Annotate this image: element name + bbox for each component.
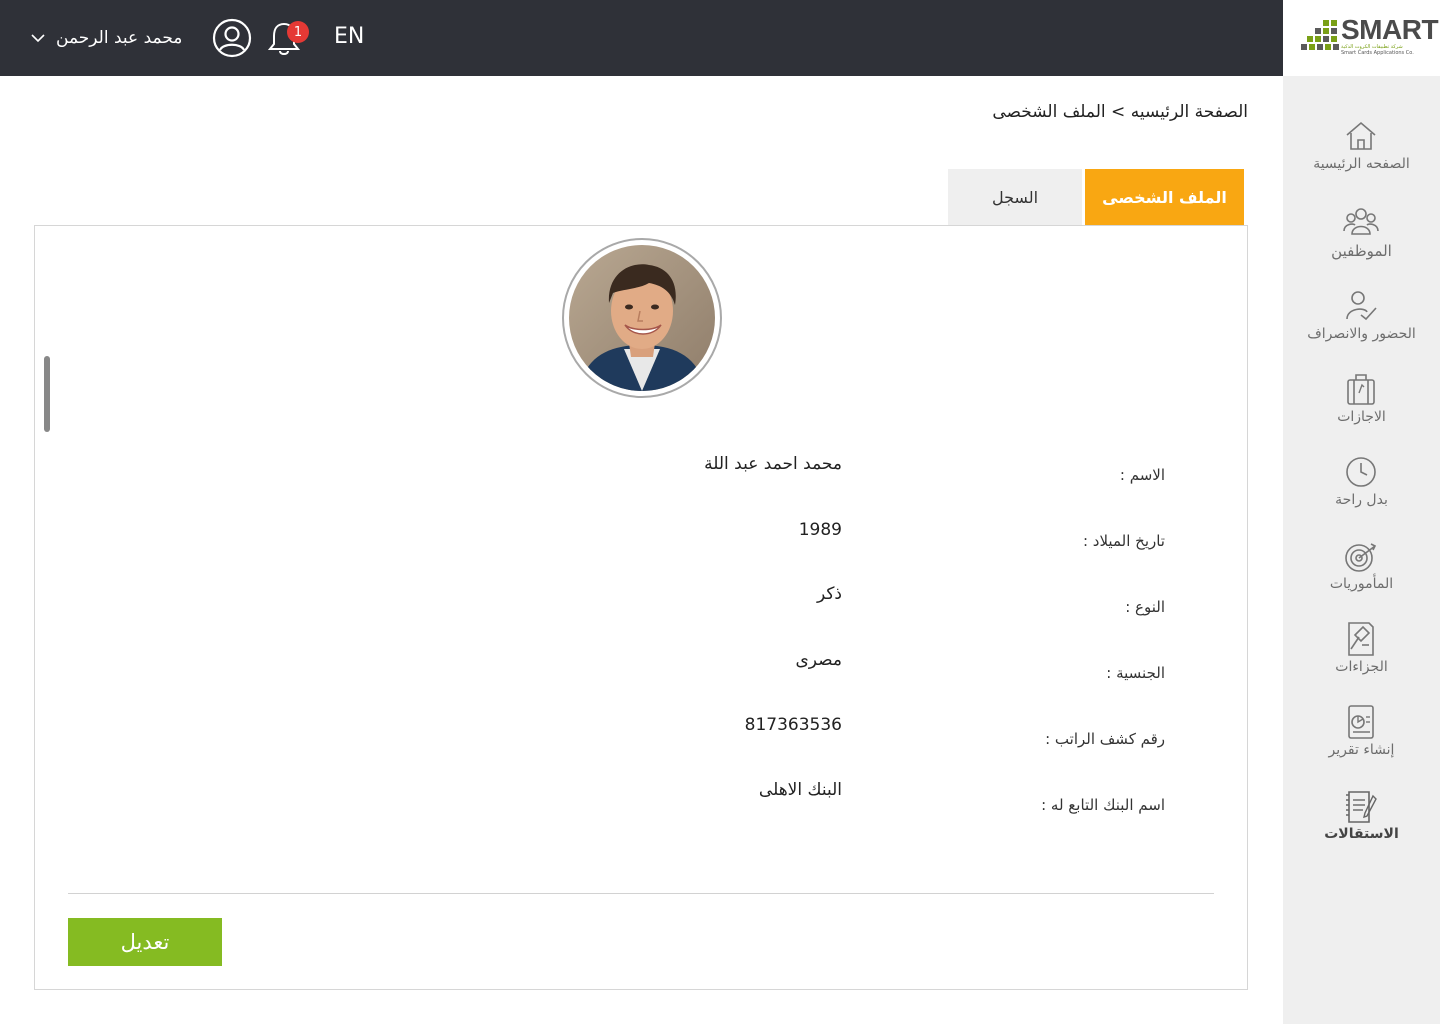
company-logo: SMART شركة تطبيقات الكروت الذكية Smart C… bbox=[1283, 0, 1440, 76]
clock-icon bbox=[1346, 457, 1376, 487]
sidebar-item-home[interactable]: الصفحه الرئيسية bbox=[1283, 108, 1440, 188]
employees-icon bbox=[1343, 208, 1379, 235]
breadcrumb: الصفحة الرئيسيه > الملف الشخصى bbox=[992, 102, 1248, 122]
field-value-birthdate: 1989 bbox=[798, 520, 842, 540]
sidebar-item-vacations[interactable]: الاجازات bbox=[1283, 361, 1440, 441]
sidebar-item-label: المأموريات bbox=[1329, 576, 1394, 592]
home-icon bbox=[1346, 121, 1376, 150]
sidebar-item-missions[interactable]: المأموريات bbox=[1283, 528, 1440, 608]
field-value-payroll-number: 817363536 bbox=[744, 715, 842, 735]
attendance-icon bbox=[1346, 291, 1377, 321]
user-menu[interactable]: محمد عبد الرحمن bbox=[30, 24, 182, 52]
sidebar-item-label: الحضور والانصراف bbox=[1307, 326, 1416, 342]
gavel-icon bbox=[1348, 622, 1374, 656]
sidebar-item-label: الاستقالات bbox=[1324, 826, 1399, 842]
field-label-nationality: الجنسية : bbox=[1106, 664, 1165, 682]
sidebar-item-label: الجزاءات bbox=[1335, 659, 1388, 675]
field-label-gender: النوع : bbox=[1125, 598, 1165, 616]
chevron-down-icon bbox=[31, 34, 45, 43]
report-icon bbox=[1348, 705, 1374, 739]
vacation-icon bbox=[1347, 374, 1375, 405]
target-icon bbox=[1345, 543, 1377, 572]
logo-mark-icon bbox=[1301, 20, 1339, 50]
profile-card: الاسم : محمد احمد عبد اللة تاريخ الميلاد… bbox=[34, 225, 1248, 990]
tab-log[interactable]: السجل bbox=[948, 169, 1082, 226]
profile-photo bbox=[569, 245, 715, 391]
field-label-payroll-number: رقم كشف الراتب : bbox=[1045, 730, 1165, 748]
field-value-name: محمد احمد عبد اللة bbox=[704, 454, 842, 474]
scrollbar-thumb[interactable] bbox=[44, 356, 50, 432]
user-avatar-icon[interactable] bbox=[212, 18, 252, 58]
sidebar-item-attendance[interactable]: الحضور والانصراف bbox=[1283, 278, 1440, 358]
sidebar-item-label: الموظفين bbox=[1331, 242, 1392, 260]
tab-profile[interactable]: الملف الشخصى bbox=[1085, 169, 1244, 226]
language-toggle[interactable]: EN bbox=[334, 24, 364, 49]
sidebar-item-label: إنشاء تقرير bbox=[1328, 742, 1395, 758]
sidebar-item-label: الاجازات bbox=[1337, 409, 1386, 425]
profile-photo-frame bbox=[562, 238, 722, 398]
resignation-icon bbox=[1346, 791, 1377, 823]
field-label-bank-name: اسم البنك التابع له : bbox=[1041, 796, 1165, 814]
sidebar-item-label: بدل راحة bbox=[1335, 492, 1388, 508]
sidebar-item-penalties[interactable]: الجزاءات bbox=[1283, 611, 1440, 691]
field-label-name: الاسم : bbox=[1119, 466, 1165, 484]
sidebar: SMART شركة تطبيقات الكروت الذكية Smart C… bbox=[1283, 0, 1440, 1024]
sidebar-item-employees[interactable]: الموظفين bbox=[1283, 194, 1440, 274]
field-value-gender: ذكر bbox=[816, 584, 842, 604]
top-bar: محمد عبد الرحمن 1 EN bbox=[0, 0, 1283, 76]
sidebar-item-create-report[interactable]: إنشاء تقرير bbox=[1283, 694, 1440, 774]
sidebar-item-label: الصفحه الرئيسية bbox=[1313, 156, 1410, 172]
notification-badge: 1 bbox=[287, 21, 309, 43]
edit-button[interactable]: تعديل bbox=[68, 918, 222, 966]
user-name: محمد عبد الرحمن bbox=[56, 28, 183, 48]
card-divider bbox=[68, 893, 1214, 894]
profile-photo-illustration bbox=[569, 245, 715, 391]
field-value-nationality: مصرى bbox=[795, 650, 842, 670]
logo-brand: SMART bbox=[1341, 14, 1439, 45]
field-value-bank-name: البنك الاهلى bbox=[758, 780, 842, 800]
logo-english-name: Smart Cards Applications Co. bbox=[1341, 50, 1414, 56]
field-label-birthdate: تاريخ الميلاد : bbox=[1082, 532, 1165, 550]
sidebar-item-resignations[interactable]: الاستقالات bbox=[1283, 778, 1440, 858]
sidebar-item-rest-allowance[interactable]: بدل راحة bbox=[1283, 444, 1440, 524]
